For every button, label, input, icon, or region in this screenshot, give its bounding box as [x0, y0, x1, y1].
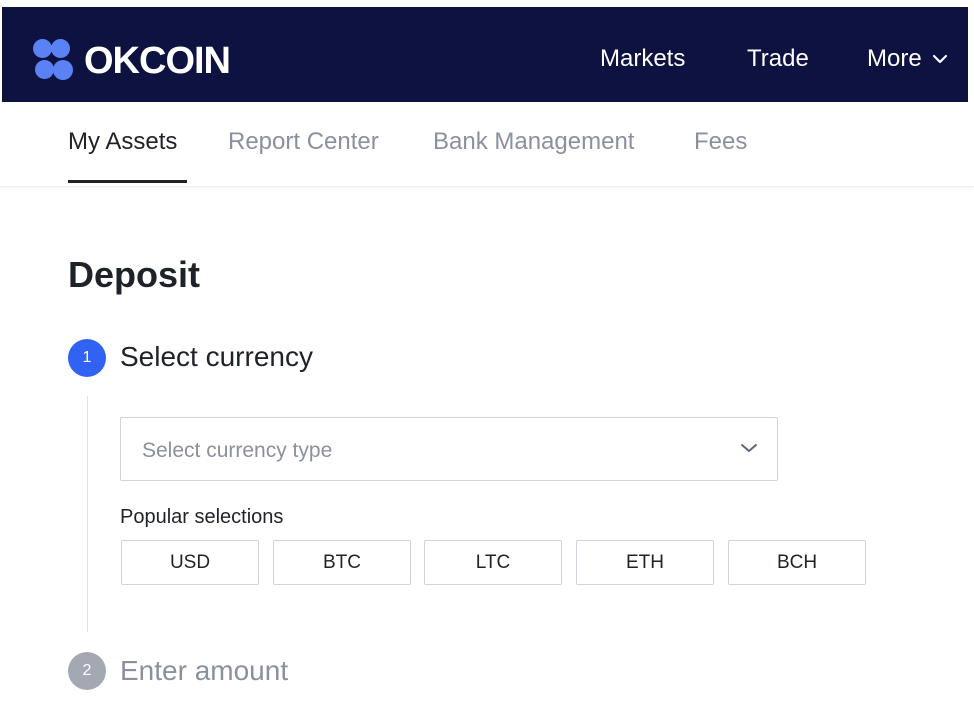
currency-select-placeholder: Select currency type [142, 439, 333, 462]
step-2-badge: 2 [68, 652, 106, 690]
tab-fees[interactable]: Fees [694, 126, 747, 158]
step-connector-line [87, 396, 88, 632]
tab-my-assets[interactable]: My Assets [68, 126, 177, 158]
okcoin-logo[interactable]: OKCOIN [33, 39, 231, 83]
okcoin-logo-icon [33, 39, 77, 83]
tab-report-center[interactable]: Report Center [228, 126, 379, 158]
step-1-badge: 1 [68, 339, 106, 377]
top-navigation-bar: OKCOIN Markets Trade More [2, 7, 968, 102]
sub-tab-bar: My Assets Report Center Bank Management … [0, 102, 974, 187]
nav-more[interactable]: More [867, 41, 948, 77]
logo-text: OKCOIN [84, 40, 231, 82]
currency-chip-ltc[interactable]: LTC [424, 540, 562, 585]
currency-chip-bch[interactable]: BCH [728, 540, 866, 585]
currency-type-select[interactable]: Select currency type [120, 417, 778, 481]
currency-chip-eth[interactable]: ETH [576, 540, 714, 585]
popular-selections-label: Popular selections [120, 506, 284, 528]
page-title: Deposit [68, 254, 201, 295]
currency-chip-usd[interactable]: USD [121, 540, 259, 585]
chevron-down-icon [932, 54, 947, 64]
currency-chip-btc[interactable]: BTC [273, 540, 411, 585]
nav-more-label: More [867, 45, 922, 72]
nav-markets[interactable]: Markets [600, 41, 685, 77]
step-1-label: Select currency [120, 341, 313, 372]
active-tab-indicator [68, 180, 187, 183]
step-2-label: Enter amount [120, 655, 289, 686]
tab-bank-management[interactable]: Bank Management [433, 126, 634, 158]
chevron-down-icon [741, 444, 757, 452]
nav-trade[interactable]: Trade [747, 41, 809, 77]
